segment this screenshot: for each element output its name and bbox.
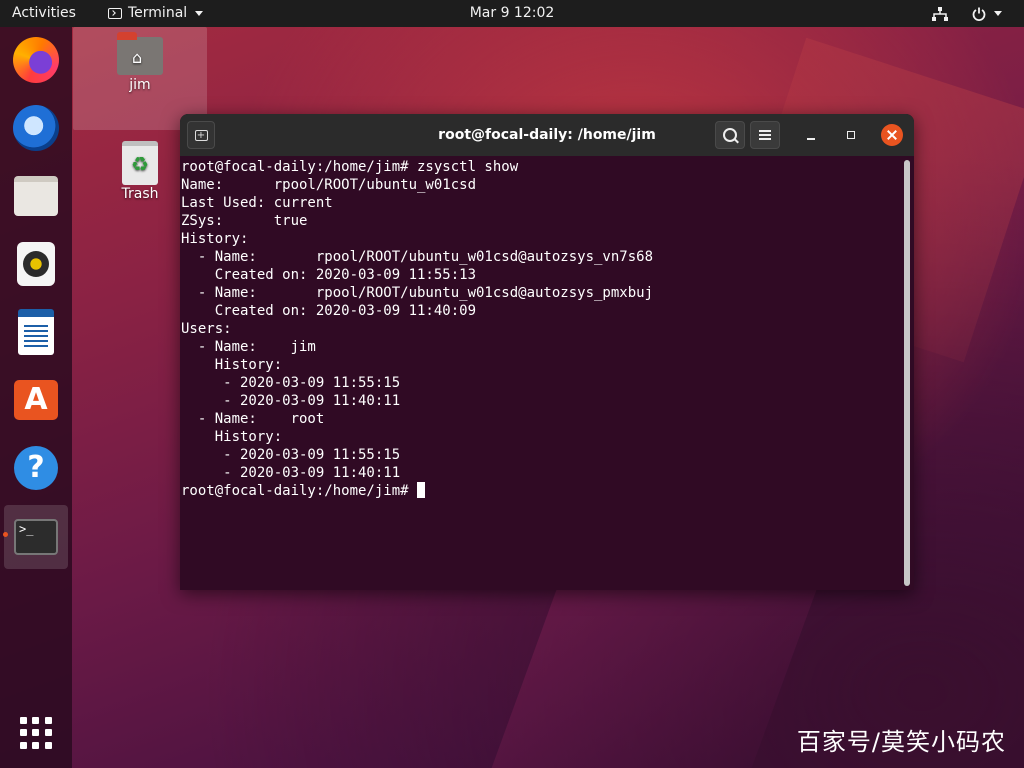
writer-icon [18, 309, 54, 355]
terminal-line: History: [181, 429, 283, 445]
menu-button[interactable] [750, 121, 780, 149]
dock-item-rhythmbox[interactable] [10, 238, 62, 290]
terminal-line: Created on: 2020-03-09 11:40:09 [181, 303, 477, 319]
dock-item-writer[interactable] [10, 306, 62, 358]
close-button[interactable] [881, 124, 903, 146]
rhythmbox-icon [17, 242, 55, 286]
files-icon [14, 176, 58, 216]
running-indicator [3, 532, 8, 537]
terminal-line: root@focal-daily:/home/jim# zsysctl show [181, 159, 519, 175]
system-menu[interactable] [972, 0, 1002, 27]
dock-item-thunderbird[interactable] [10, 102, 62, 154]
app-menu-label: Terminal [128, 5, 188, 21]
minimize-button[interactable] [801, 125, 821, 145]
chevron-down-icon [195, 11, 204, 16]
dock-item-help[interactable]: ? [10, 442, 62, 494]
wallpaper-shape [483, 590, 817, 768]
new-tab-icon: + [194, 129, 208, 141]
terminal-output[interactable]: root@focal-daily:/home/jim# zsysctl show… [180, 156, 900, 590]
network-wired-icon[interactable] [932, 0, 950, 27]
chevron-down-icon [994, 11, 1002, 16]
terminal-line: Users: [181, 321, 232, 337]
top-bar: Activities Terminal Mar 9 12:02 [0, 0, 1024, 27]
terminal-cursor [417, 482, 426, 498]
app-menu[interactable]: Terminal [108, 0, 204, 27]
terminal-line: Created on: 2020-03-09 11:55:13 [181, 267, 477, 283]
terminal-line: Name: rpool/ROOT/ubuntu_w01csd [181, 177, 477, 193]
terminal-line: - 2020-03-09 11:40:11 [181, 465, 401, 481]
search-button[interactable] [715, 121, 745, 149]
terminal-line: - 2020-03-09 11:55:15 [181, 447, 401, 463]
dock-item-terminal[interactable]: >_ [4, 505, 68, 569]
hamburger-icon [759, 130, 771, 140]
terminal-line: History: [181, 357, 283, 373]
home-folder-icon: ⌂ [117, 32, 163, 75]
terminal-line: ZSys: true [181, 213, 308, 229]
title-bar[interactable]: + root@focal-daily: /home/jim [180, 114, 914, 156]
thunderbird-icon [13, 105, 59, 151]
trash-icon: ♻ [122, 141, 158, 185]
power-icon [972, 7, 986, 21]
terminal-line: - Name: jim [181, 339, 316, 355]
dock: A ? >_ [0, 27, 72, 768]
search-icon [723, 128, 737, 142]
terminal-icon: >_ [14, 519, 58, 555]
dock-item-files[interactable] [10, 170, 62, 222]
help-icon: ? [14, 446, 58, 490]
desktop-icon-label: jim [129, 77, 151, 93]
terminal-icon [108, 8, 122, 19]
firefox-icon [13, 37, 59, 83]
dock-item-software[interactable]: A [10, 374, 62, 426]
terminal-line: History: [181, 231, 249, 247]
activities-button[interactable]: Activities [12, 0, 76, 27]
watermark: 百家号/莫笑小码农 [796, 728, 1006, 756]
terminal-window: + root@focal-daily: /home/jim root@focal… [180, 114, 914, 590]
terminal-line: - Name: rpool/ROOT/ubuntu_w01csd@autozsy… [181, 285, 654, 301]
prompt-line[interactable]: root@focal-daily:/home/jim# [181, 482, 900, 500]
dock-item-firefox[interactable] [10, 34, 62, 86]
new-tab-button[interactable]: + [187, 121, 215, 149]
maximize-button[interactable] [841, 125, 861, 145]
terminal-line: Last Used: current [181, 195, 333, 211]
show-applications-icon[interactable] [20, 717, 52, 749]
scrollbar[interactable] [904, 160, 910, 586]
software-icon: A [14, 380, 58, 420]
terminal-line: - Name: rpool/ROOT/ubuntu_w01csd@autozsy… [181, 249, 654, 265]
terminal-line: - 2020-03-09 11:55:15 [181, 375, 401, 391]
terminal-line: - Name: root [181, 411, 325, 427]
terminal-line: - 2020-03-09 11:40:11 [181, 393, 401, 409]
shell-prompt: root@focal-daily:/home/jim# [181, 483, 418, 499]
clock[interactable]: Mar 9 12:02 [470, 5, 555, 21]
